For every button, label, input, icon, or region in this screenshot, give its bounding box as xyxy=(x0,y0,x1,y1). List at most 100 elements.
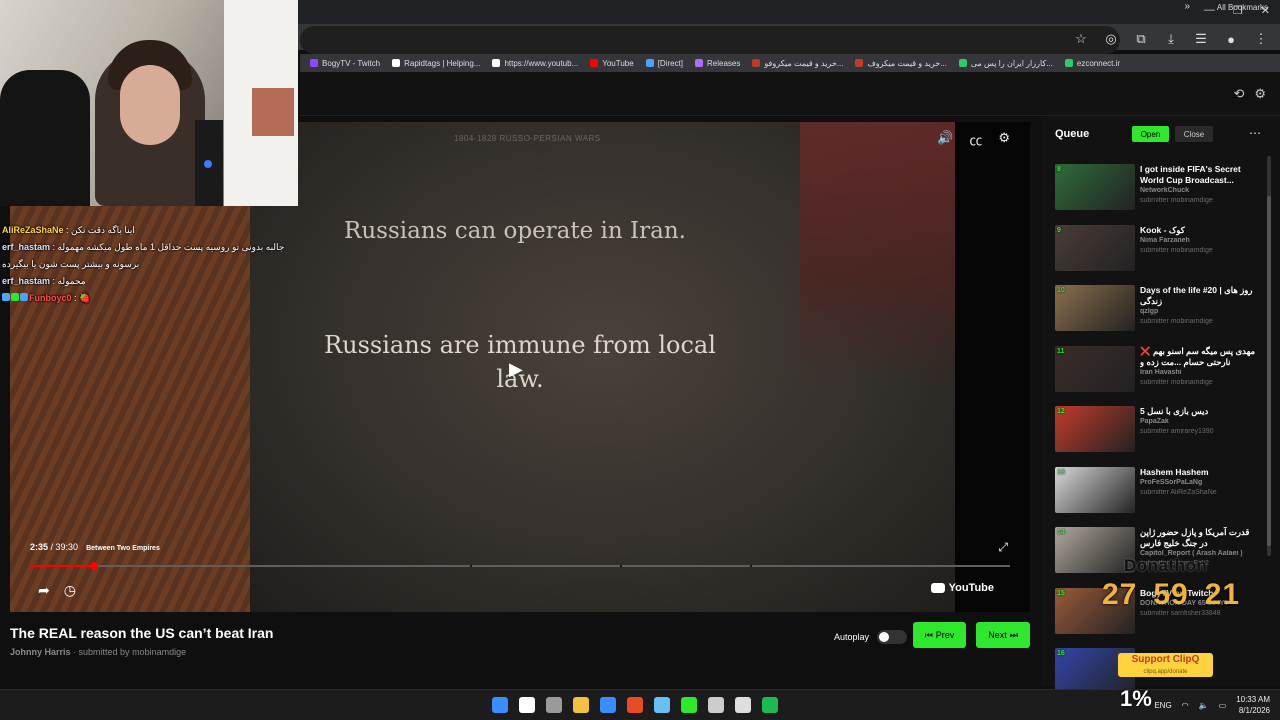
bookmark-item[interactable]: Releases xyxy=(695,59,740,68)
battery-icon[interactable]: ▭ xyxy=(1219,701,1227,710)
system-tray: ENG ◠ 🔈 ▭ 10:33 AM 8/1/2026 xyxy=(1154,694,1270,716)
bookmark-item[interactable]: BogyTV - Twitch xyxy=(310,59,380,68)
settings-sliders-icon[interactable]: ⚙ xyxy=(1254,86,1266,102)
queue-item-submitter: submitter mobinamdige xyxy=(1140,378,1213,386)
sliders-icon[interactable]: ☰ xyxy=(1192,30,1210,48)
channel-name[interactable]: Johnny Harris xyxy=(10,647,71,657)
queue-more-icon[interactable]: ⋯ xyxy=(1249,126,1261,140)
all-bookmarks-button[interactable]: All Bookmarks xyxy=(1217,3,1268,12)
chat-message: AliReZaShaNe : اینا باگه دقت نکن xyxy=(2,222,302,239)
puzzle-icon[interactable]: ⧉ xyxy=(1132,30,1150,48)
taskbar-app-icon[interactable] xyxy=(519,697,535,713)
minimize-icon[interactable]: — xyxy=(1204,4,1215,17)
prev-button[interactable]: ⏮ Prev xyxy=(913,622,966,648)
youtube-logo[interactable]: YouTube xyxy=(930,582,994,594)
queue-item-thumbnail[interactable]: 9 xyxy=(1055,224,1135,271)
bookmarks-bar: BogyTV - Twitch Rapidtags | Helping... htt… xyxy=(300,54,1280,72)
youtube-logo-text: YouTube xyxy=(948,582,994,594)
queue-open-button[interactable]: Open xyxy=(1132,126,1169,142)
history-icon[interactable]: ⟲ xyxy=(1233,86,1244,102)
bookmark-item[interactable]: [Direct] xyxy=(645,59,683,68)
taskbar-app-icon[interactable] xyxy=(600,697,616,713)
taskbar-app-icon[interactable] xyxy=(654,697,670,713)
queue-item-thumbnail[interactable]: 12 xyxy=(1055,406,1135,452)
page-header xyxy=(300,72,1280,116)
taskbar-app-icon[interactable] xyxy=(735,697,751,713)
taskbar-app-icon[interactable] xyxy=(708,697,724,713)
chat-username[interactable]: erf_hastam xyxy=(2,276,50,286)
taskbar-app-icon[interactable] xyxy=(492,697,508,713)
taskbar-app-icon[interactable] xyxy=(546,697,562,713)
bookmark-item[interactable]: Rapidtags | Helping... xyxy=(392,59,480,68)
queue-item-thumbnail[interactable]: 8 xyxy=(1055,164,1135,210)
next-label: Next xyxy=(988,630,1007,640)
captions-icon[interactable]: ㏄ xyxy=(969,130,982,149)
bookmark-item[interactable]: خرید و قیمت میکروف... xyxy=(855,58,947,68)
queue-item-thumbnail[interactable]: 11 xyxy=(1055,345,1135,392)
clock[interactable]: 10:33 AM 8/1/2026 xyxy=(1236,694,1270,716)
donathon-label: Donathon xyxy=(1124,556,1208,575)
bookmark-item[interactable]: YouTube xyxy=(590,59,634,68)
queue-close-button[interactable]: Close xyxy=(1175,126,1213,142)
volume-icon[interactable]: 🔊 xyxy=(937,130,953,149)
queue-item[interactable]: 8 I got inside FIFA's Secret World Cup Br… xyxy=(1055,164,1260,210)
bookmark-item[interactable]: https://www.youtub... xyxy=(492,59,578,68)
chat-username[interactable]: erf_hastam xyxy=(2,242,50,252)
autoplay-label: Autoplay xyxy=(834,632,870,642)
queue-item-number: 8 xyxy=(1057,166,1061,173)
video-meta: Johnny Harris · submitted by mobinamdige xyxy=(10,647,186,657)
bookmark-favicon-icon xyxy=(310,59,318,67)
queue-item-submitter: submitter amirarey1390 xyxy=(1140,428,1214,435)
chapter-title[interactable]: Between Two Empires xyxy=(86,545,160,552)
queue-scrollbar-thumb[interactable] xyxy=(1267,196,1271,546)
taskbar-app-icon[interactable] xyxy=(762,697,778,713)
extension-icon[interactable]: ◎ xyxy=(1102,30,1120,48)
fullscreen-icon[interactable]: ⤢ xyxy=(998,540,1008,555)
chat-username[interactable]: AliReZaShaNe xyxy=(2,225,64,235)
volume-tray-icon[interactable]: 🔈 xyxy=(1199,701,1209,710)
queue-item[interactable]: 10 Days of the life #20 | روز های زندگی qz… xyxy=(1055,285,1260,331)
play-icon[interactable]: ▶ xyxy=(509,359,531,381)
queue-item[interactable]: 12 دیس بازی با نسل 5 PapaZak submitter amir… xyxy=(1055,406,1260,452)
queue-item[interactable]: 9 Kook - کوک Nima Farzaneh submitter mobina… xyxy=(1055,224,1260,271)
queue-scrollbar[interactable] xyxy=(1267,156,1271,556)
queue-item-number: 9 xyxy=(1057,226,1061,234)
gear-icon[interactable]: ⚙ xyxy=(998,130,1010,149)
profile-avatar[interactable]: ● xyxy=(1222,30,1240,48)
chat-text: : محموله xyxy=(50,276,86,286)
chat-text: : جالبه بدونی تو روسیه پست حداقل 1 ماه ط… xyxy=(50,242,285,252)
progress-bar[interactable] xyxy=(30,562,1010,570)
chat-username[interactable]: Funboyc0 xyxy=(29,293,72,303)
clock-icon[interactable]: ◷ xyxy=(64,582,76,599)
autoplay-toggle[interactable] xyxy=(877,630,908,644)
next-button[interactable]: Next ⏭ xyxy=(976,622,1030,648)
chapter-marker xyxy=(470,565,472,567)
queue-item-title: I got inside FIFA's Secret World Cup Bro… xyxy=(1140,164,1241,185)
bookmark-item[interactable]: کارزار ایران را پس می... xyxy=(958,59,1053,68)
address-bar[interactable] xyxy=(300,26,1120,54)
taskbar-app-icon[interactable] xyxy=(627,697,643,713)
share-icon[interactable]: ➦ xyxy=(38,582,50,599)
wifi-icon[interactable]: ◠ xyxy=(1182,701,1189,710)
queue-item-thumbnail[interactable]: 14 xyxy=(1055,527,1135,573)
bookmark-star-icon[interactable]: ☆ xyxy=(1072,30,1090,48)
queue-item[interactable]: 11 مهدی پس میگه سم اسنو بهم ❌ نارحتی حسام… xyxy=(1055,345,1260,392)
queue-item-thumbnail[interactable]: 13 xyxy=(1055,466,1135,513)
queue-item[interactable]: 13 Hashem Hashem ProFeSSorPaLaNg submitter … xyxy=(1055,466,1260,513)
bookmark-label: خرید و قیمت میکروف... xyxy=(867,58,947,68)
bookmark-item[interactable]: ezconnect.ir xyxy=(1064,59,1120,68)
queue-item-thumbnail[interactable]: 10 xyxy=(1055,285,1135,331)
bookmark-item[interactable]: خرید و قیمت میکروفو... xyxy=(752,59,843,68)
video-caption-line-1: Russians can operate in Iran. xyxy=(344,218,686,244)
bookmark-favicon-icon xyxy=(958,59,967,67)
download-icon[interactable]: ⤓ xyxy=(1162,30,1180,48)
taskbar-app-icon[interactable] xyxy=(681,697,697,713)
chat-badges-icon xyxy=(2,293,29,303)
language-indicator[interactable]: ENG xyxy=(1154,701,1171,710)
bookmarks-more-icon[interactable]: » xyxy=(1184,1,1190,12)
taskbar-app-icon[interactable] xyxy=(573,697,589,713)
queue-item-submitter: submitter mobinamdige xyxy=(1140,246,1213,254)
bookmark-favicon-icon xyxy=(855,59,864,67)
timer-seconds: 21 xyxy=(1204,578,1241,611)
menu-dots-icon[interactable]: ⋮ xyxy=(1252,30,1270,48)
